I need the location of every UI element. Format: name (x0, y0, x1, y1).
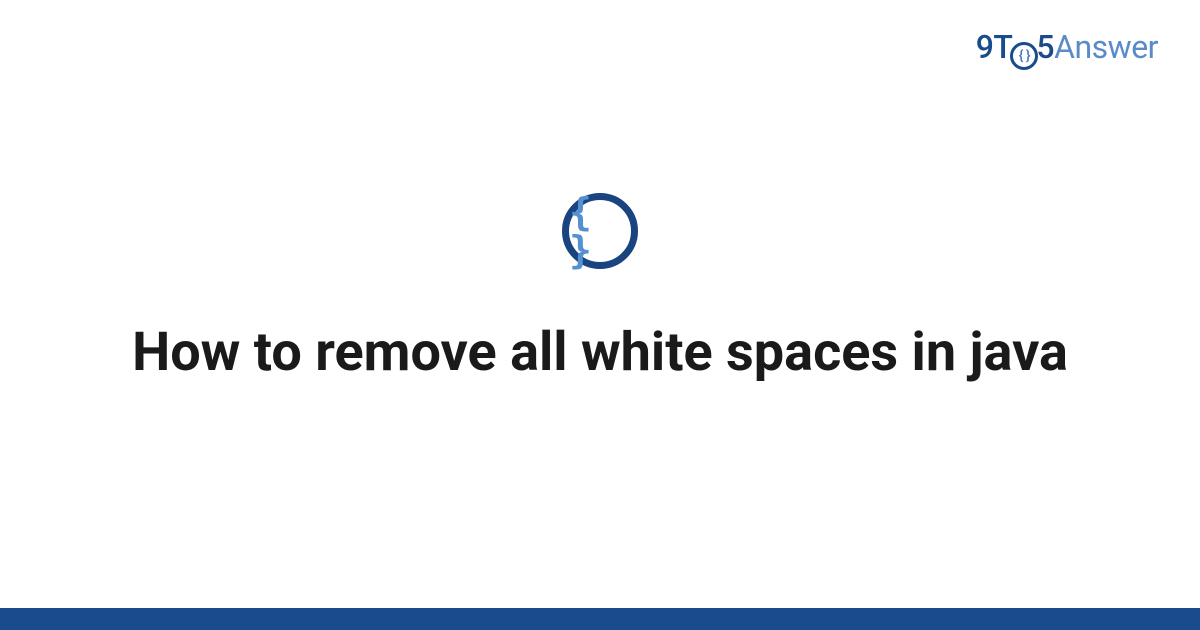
page-title: How to remove all white spaces in java (92, 319, 1108, 387)
bottom-accent-bar (0, 608, 1200, 630)
content-area: { } How to remove all white spaces in ja… (0, 0, 1200, 630)
code-braces-icon: { } (562, 193, 638, 269)
braces-glyph: { } (569, 193, 631, 269)
